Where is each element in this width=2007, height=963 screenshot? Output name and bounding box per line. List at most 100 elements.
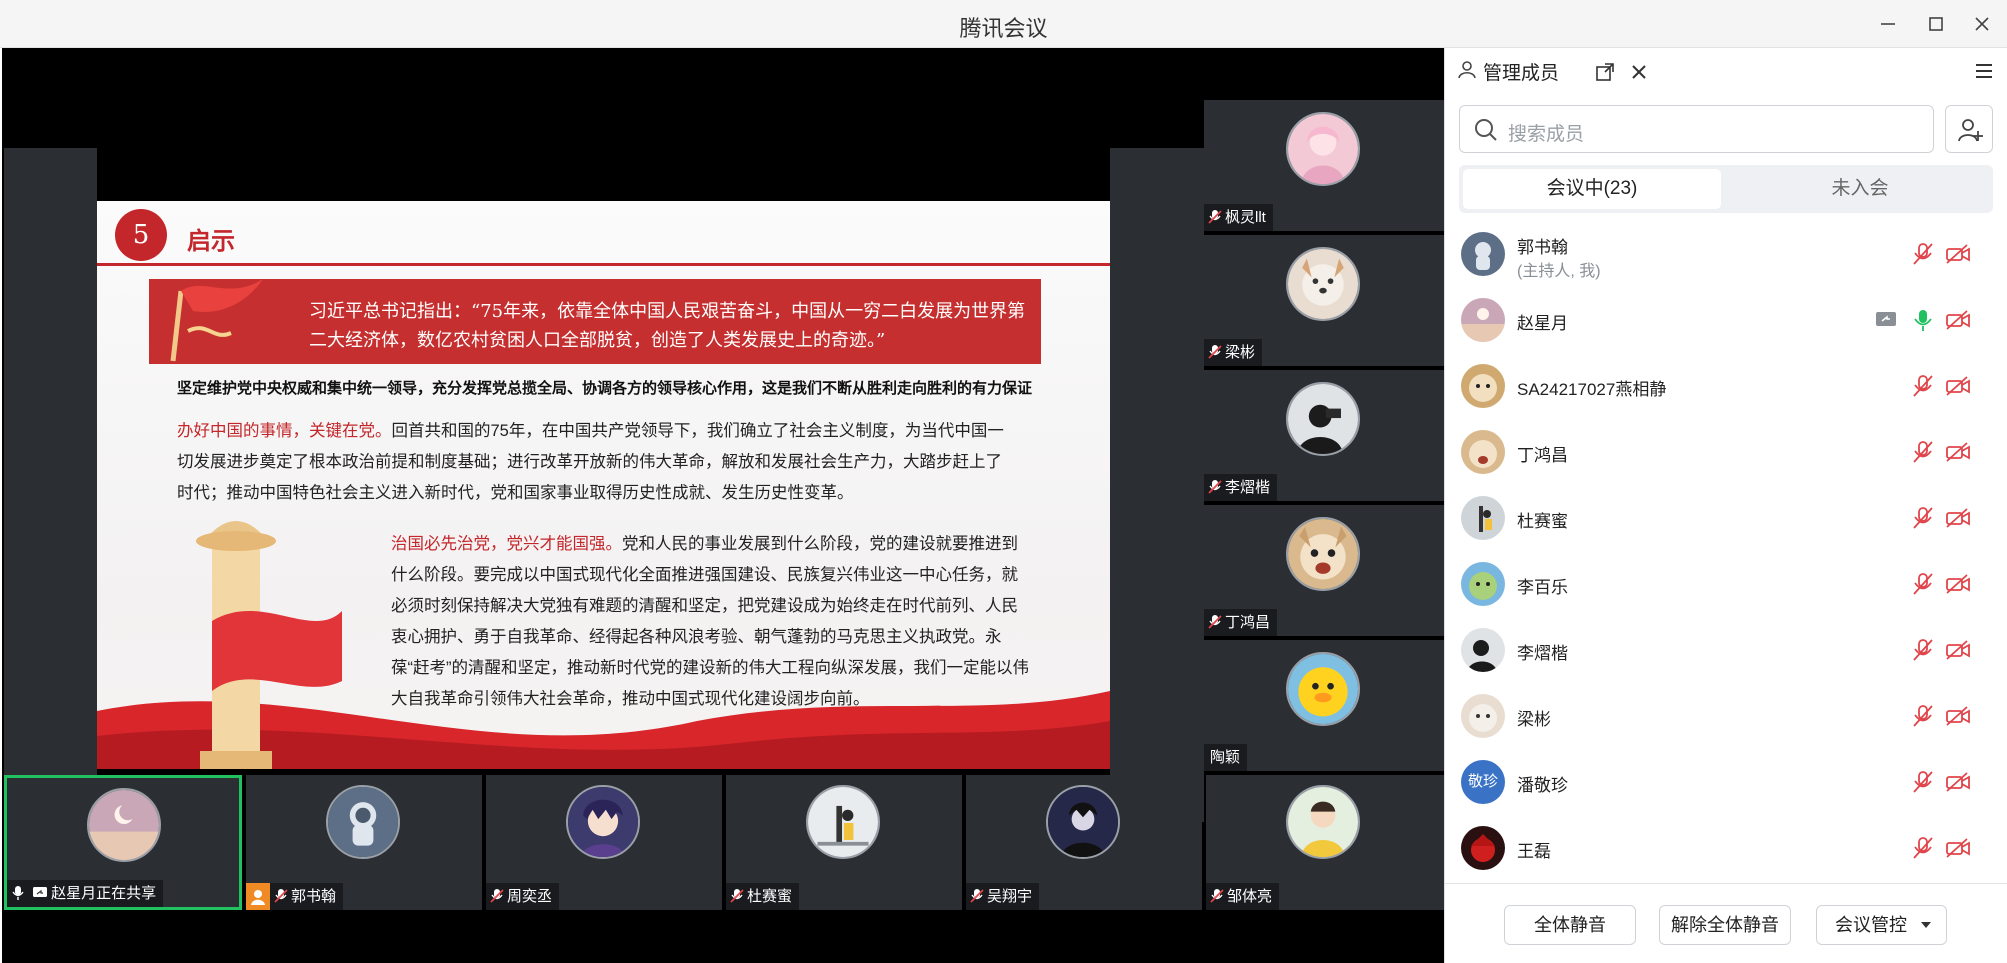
paragraph-2-highlight: 治国必先治党，党兴才能国强。 (391, 535, 622, 553)
participant-name: 郭书翰 (291, 888, 337, 905)
camera-off-icon[interactable] (1945, 771, 1971, 793)
video-tile[interactable]: 李熠楷 (1204, 370, 1444, 501)
quote-banner: 习近平总书记指出：“75年来，依靠全体中国人民艰苦奋斗，中国从一穷二白发展为世界… (149, 279, 1041, 364)
video-tile[interactable]: 梁彬 (1204, 235, 1444, 366)
member-search-input[interactable]: 搜索成员 (1459, 105, 1934, 153)
mic-muted-icon[interactable] (1912, 638, 1934, 662)
mic-muted-icon[interactable] (1912, 506, 1934, 530)
meeting-control-dropdown[interactable]: 会议管控 (1816, 905, 1947, 945)
camera-off-icon[interactable] (1945, 243, 1971, 265)
camera-off-icon[interactable] (1945, 375, 1971, 397)
video-tile[interactable]: 枫灵llt (1204, 100, 1444, 231)
avatar (87, 788, 161, 862)
camera-off-icon[interactable] (1945, 837, 1971, 859)
avatar (1286, 652, 1360, 726)
slide-heading: 启示 (187, 228, 235, 255)
member-row[interactable]: 丁鸿昌 (1445, 421, 2007, 487)
video-tile[interactable]: 陶颖 (1204, 640, 1444, 771)
camera-off-icon[interactable] (1945, 507, 1971, 529)
member-row[interactable]: SA24217027燕相静 (1445, 355, 2007, 421)
mic-muted-icon[interactable] (1912, 440, 1934, 464)
panel-footer: 全体静音 解除全体静音 会议管控 (1445, 883, 2007, 963)
member-name: 李熠楷 (1517, 644, 1568, 663)
mic-muted-icon[interactable] (1912, 374, 1934, 398)
video-tile[interactable]: 丁鸿昌 (1204, 505, 1444, 636)
mic-on-icon[interactable] (1912, 308, 1934, 332)
member-panel: 管理成员 搜索成员 会议中(23) 未入会 郭书翰 (主持人, 我) 赵星月 S… (1444, 48, 2007, 963)
slide-content: 5 启示 习近平总书记指出：“75年来，依靠全体中国人民艰苦奋斗，中国从一穷二白… (97, 201, 1110, 769)
mic-muted-icon[interactable] (1912, 242, 1934, 266)
video-tile[interactable]: 杜赛蜜 (726, 775, 962, 910)
member-row[interactable]: 李熠楷 (1445, 619, 2007, 685)
video-tile[interactable]: 吴翔宇 (966, 775, 1202, 910)
participant-name: 周奕丞 (507, 888, 553, 905)
camera-off-icon[interactable] (1945, 441, 1971, 463)
flag-icon (170, 279, 263, 362)
unmute-all-button[interactable]: 解除全体静音 (1659, 905, 1791, 945)
member-avatar (1461, 562, 1505, 606)
participant-name-tag: 郭书翰 (246, 883, 344, 910)
member-avatar (1461, 364, 1505, 408)
camera-off-icon[interactable] (1945, 573, 1971, 595)
tab-not-joined[interactable]: 未入会 (1731, 169, 1989, 209)
camera-off-icon[interactable] (1945, 309, 1971, 331)
member-row[interactable]: 王磊 (1445, 817, 2007, 883)
mic-muted-icon[interactable] (1912, 572, 1934, 596)
chevron-down-icon (1921, 922, 1931, 928)
member-row[interactable]: 赵星月 (1445, 289, 2007, 355)
member-name: 赵星月 (1517, 314, 1568, 333)
participant-name-tag: 陶颖 (1204, 744, 1248, 771)
host-badge-icon (246, 883, 270, 910)
member-row[interactable]: 李百乐 (1445, 553, 2007, 619)
mic-muted-icon[interactable] (1912, 770, 1934, 794)
close-window-icon[interactable] (1968, 10, 1996, 38)
mic-muted-icon[interactable] (1912, 836, 1934, 860)
video-tile[interactable]: 郭书翰 (246, 775, 482, 910)
invite-member-button[interactable] (1945, 105, 1993, 153)
slide-bold-line: 坚定维护党中央权威和集中统一领导，充分发挥党总揽全局、协调各方的领导核心作用，这… (177, 380, 1033, 397)
member-avatar (1461, 496, 1505, 540)
participant-name-tag: 杜赛蜜 (726, 883, 800, 910)
pop-out-icon[interactable] (1595, 62, 1615, 82)
screen-share-icon (1876, 312, 1896, 326)
avatar (1046, 785, 1120, 859)
maximize-icon[interactable] (1922, 10, 1950, 38)
member-name: 李百乐 (1517, 578, 1568, 597)
member-name: 杜赛蜜 (1517, 512, 1568, 531)
member-row[interactable]: 杜赛蜜 (1445, 487, 2007, 553)
mic-muted-icon[interactable] (1912, 704, 1934, 728)
mic-muted-icon (1208, 615, 1222, 629)
meeting-control-label: 会议管控 (1835, 915, 1907, 935)
video-tile[interactable]: 邹体亮 (1206, 775, 1444, 910)
member-name: SA24217027燕相静 (1517, 380, 1667, 399)
participant-name: 梁彬 (1225, 344, 1256, 361)
paragraph-2-text: 党和人民的事业发展到什么阶段，党的建设就要推进到什么阶段。要完成以中国式现代化全… (391, 535, 1029, 708)
mic-muted-icon (1208, 210, 1222, 224)
tab-in-meeting[interactable]: 会议中(23) (1463, 169, 1721, 209)
member-row[interactable]: 敬珍 潘敬珍 (1445, 751, 2007, 817)
member-row[interactable]: 梁彬 (1445, 685, 2007, 751)
participant-name: 赵星月正在共享 (51, 885, 157, 902)
participant-name: 枫灵llt (1225, 209, 1266, 226)
participant-name-tag: 梁彬 (1204, 339, 1263, 366)
member-avatar (1461, 430, 1505, 474)
close-panel-icon[interactable] (1629, 62, 1649, 82)
member-row[interactable]: 郭书翰 (主持人, 我) (1445, 223, 2007, 289)
mic-muted-icon (1210, 889, 1224, 903)
mute-all-button[interactable]: 全体静音 (1504, 905, 1636, 945)
minimize-icon[interactable] (1874, 10, 1902, 38)
participant-name-tag: 李熠楷 (1204, 474, 1278, 501)
participant-name: 杜赛蜜 (747, 888, 793, 905)
participant-name-tag: 吴翔宇 (966, 883, 1040, 910)
member-avatar (1461, 232, 1505, 276)
video-tile[interactable]: 周奕丞 (486, 775, 722, 910)
participant-name-tag: 丁鸿昌 (1204, 609, 1278, 636)
video-tile-active-speaker[interactable]: 赵星月正在共享 (4, 775, 242, 910)
camera-off-icon[interactable] (1945, 639, 1971, 661)
member-name: 梁彬 (1517, 710, 1551, 729)
menu-icon[interactable] (1973, 60, 1995, 82)
add-user-icon (1958, 119, 1983, 142)
paragraph-2: 治国必先治党，党兴才能国强。党和人民的事业发展到什么阶段，党的建设就要推进到什么… (391, 529, 1031, 715)
camera-off-icon[interactable] (1945, 705, 1971, 727)
member-name: 王磊 (1517, 842, 1551, 861)
